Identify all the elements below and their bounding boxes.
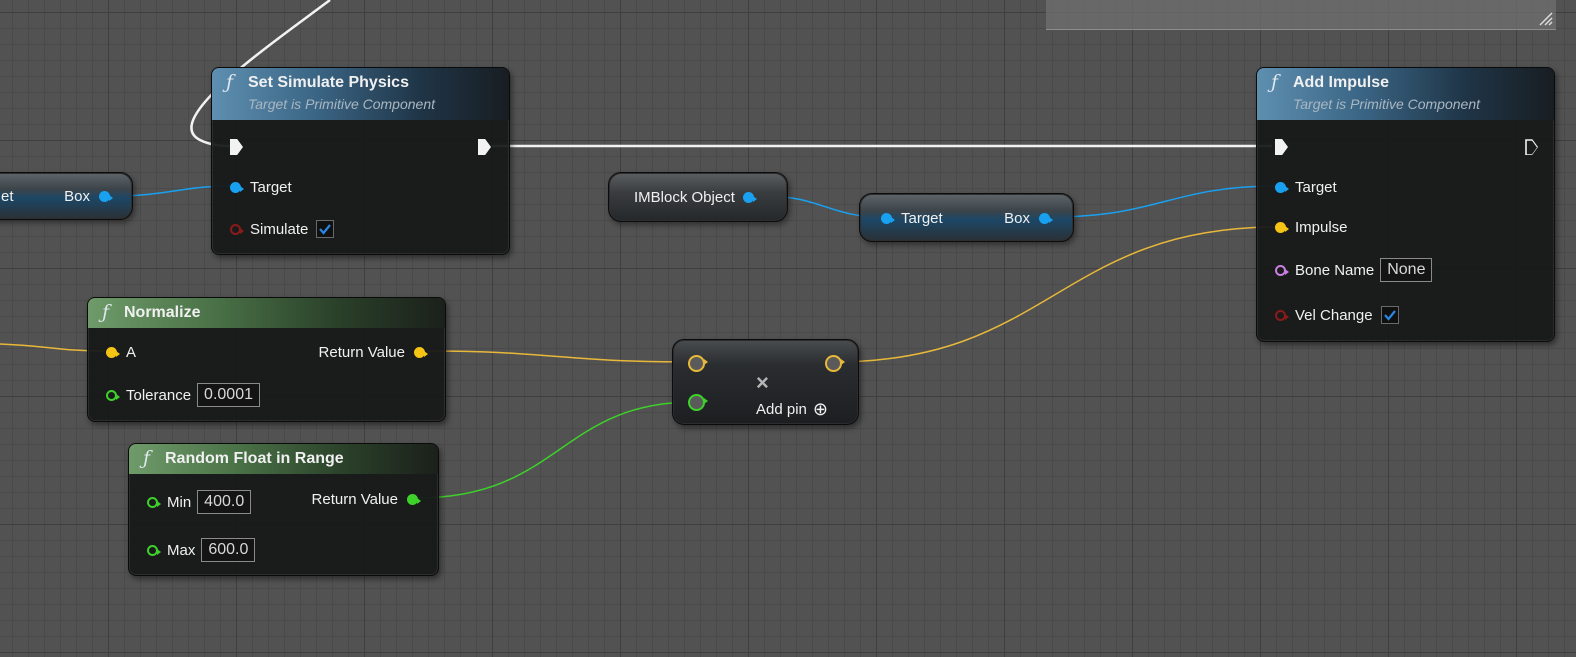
- box-output-pin[interactable]: [99, 190, 113, 202]
- bone-name-label: Bone Name: [1295, 261, 1375, 279]
- function-icon: ƒ: [143, 447, 151, 469]
- vector-wire-normalize-multiply: [427, 350, 695, 363]
- function-icon: ƒ: [226, 71, 234, 93]
- target-box-getter-node[interactable]: Target Box: [859, 193, 1074, 242]
- box-getter-node-left[interactable]: et Box: [0, 172, 133, 220]
- add-impulse-node[interactable]: ƒ Add Impulse Target is Primitive Compon…: [1256, 67, 1555, 342]
- node-header[interactable]: ƒ Set Simulate Physics Target is Primiti…: [212, 68, 509, 120]
- multiply-output-pin[interactable]: [825, 354, 845, 372]
- a-input-pin[interactable]: [106, 346, 120, 358]
- impulse-input-pin[interactable]: [1275, 221, 1289, 233]
- bone-name-input-pin[interactable]: [1275, 264, 1289, 276]
- impulse-label: Impulse: [1295, 218, 1348, 236]
- add-pin-button[interactable]: Add pin ⊕: [756, 397, 828, 421]
- simulate-label: Simulate: [250, 220, 309, 238]
- min-label: Min: [167, 493, 192, 511]
- target-label: Target: [901, 209, 943, 227]
- exec-input-pin-icon[interactable]: [1275, 139, 1288, 155]
- simulate-checkbox[interactable]: [316, 220, 335, 238]
- a-label: A: [126, 343, 137, 361]
- multiply-icon: ×: [756, 370, 769, 395]
- node-title: Normalize: [124, 304, 201, 321]
- object-wire-box-impulse-target: [1049, 185, 1279, 218]
- imblock-object-node[interactable]: IMBlock Object: [608, 172, 788, 222]
- plus-circle-icon: ⊕: [812, 398, 828, 419]
- checkmark-icon: [319, 224, 332, 235]
- target-input-pin[interactable]: [881, 212, 895, 224]
- min-input-pin[interactable]: [147, 496, 161, 508]
- exec-output-pin-icon[interactable]: [478, 139, 491, 155]
- resize-grip-icon[interactable]: [1537, 10, 1553, 26]
- node-title: Add Impulse: [1293, 74, 1390, 91]
- simulate-input-pin[interactable]: [230, 223, 244, 235]
- imblock-output-pin[interactable]: [742, 191, 757, 203]
- add-pin-label: Add pin: [756, 400, 807, 418]
- tolerance-label: Tolerance: [126, 386, 192, 404]
- multiply-input-a-pin[interactable]: [688, 354, 708, 372]
- max-field[interactable]: 600.0: [201, 538, 256, 562]
- tolerance-input-pin[interactable]: [106, 389, 120, 401]
- imblock-object-label: IMBlock Object: [634, 188, 735, 206]
- tolerance-field[interactable]: 0.0001: [197, 383, 260, 407]
- target-label: Target: [1295, 178, 1337, 196]
- vector-wire-multiply-impulse: [833, 226, 1279, 363]
- node-title: Random Float in Range: [165, 450, 344, 467]
- minimap-panel[interactable]: [1046, 0, 1556, 30]
- set-simulate-physics-node[interactable]: ƒ Set Simulate Physics Target is Primiti…: [211, 67, 510, 255]
- return-value-label: Return Value: [311, 490, 398, 508]
- node-title: Set Simulate Physics: [248, 74, 409, 91]
- vel-change-checkbox[interactable]: [1380, 306, 1399, 324]
- function-icon: ƒ: [1271, 71, 1279, 93]
- multiply-input-b-pin[interactable]: [688, 393, 708, 411]
- box-output-label: Box: [64, 187, 90, 205]
- node-header[interactable]: ƒ Normalize: [88, 298, 445, 328]
- function-icon: ƒ: [102, 301, 110, 323]
- float-wire-random-multiply: [415, 401, 695, 499]
- target-input-pin[interactable]: [1275, 181, 1289, 193]
- bone-name-field[interactable]: None: [1380, 258, 1433, 282]
- min-field[interactable]: 400.0: [197, 490, 252, 514]
- box-output-pin[interactable]: [1039, 212, 1053, 224]
- random-float-in-range-node[interactable]: ƒ Random Float in Range Min 400.0 Return…: [128, 443, 439, 576]
- target-input-pin[interactable]: [230, 181, 244, 193]
- return-value-output-pin[interactable]: [407, 493, 421, 505]
- target-label: Target: [250, 178, 292, 196]
- getter-left-text: et: [1, 187, 14, 205]
- max-label: Max: [167, 541, 196, 559]
- return-value-output-pin[interactable]: [414, 346, 428, 358]
- node-header[interactable]: ƒ Add Impulse Target is Primitive Compon…: [1257, 68, 1554, 120]
- return-value-label: Return Value: [318, 343, 405, 361]
- vel-change-label: Vel Change: [1295, 306, 1373, 324]
- normalize-node[interactable]: ƒ Normalize A Return Value Tolerance 0.0…: [87, 297, 446, 422]
- checkmark-icon: [1383, 310, 1396, 321]
- vel-change-input-pin[interactable]: [1275, 309, 1289, 321]
- max-input-pin[interactable]: [147, 544, 161, 556]
- multiply-node[interactable]: × Add pin ⊕: [672, 339, 859, 425]
- node-subtitle: Target is Primitive Component: [1293, 96, 1481, 112]
- node-subtitle: Target is Primitive Component: [248, 96, 436, 112]
- box-output-label: Box: [1004, 209, 1030, 227]
- exec-output-pin-icon[interactable]: [1525, 139, 1538, 155]
- exec-input-pin-icon[interactable]: [230, 139, 243, 155]
- node-header[interactable]: ƒ Random Float in Range: [129, 444, 438, 474]
